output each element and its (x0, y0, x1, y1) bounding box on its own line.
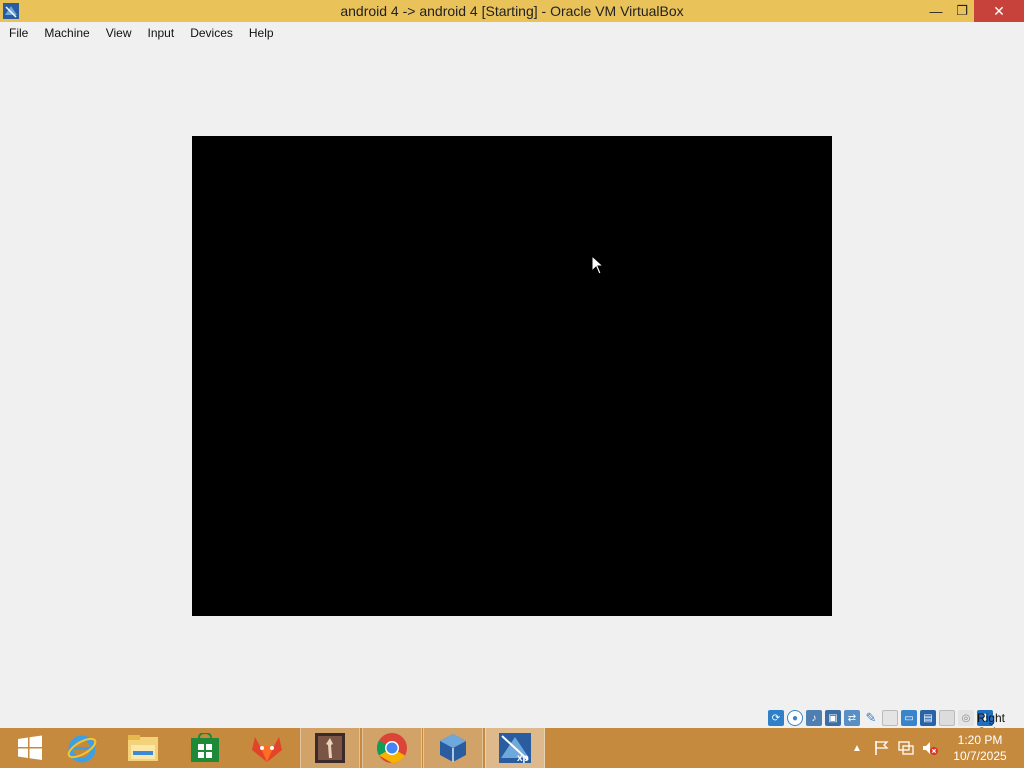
media-app-icon (315, 733, 345, 763)
menu-file[interactable]: File (0, 22, 36, 44)
taskbar-virtualbox-vm[interactable]: xp (485, 728, 545, 768)
optical-drive-icon[interactable]: ● (787, 710, 803, 726)
virtualbox-manager-icon (440, 734, 466, 762)
shared-folders-icon[interactable]: ✎ (863, 710, 879, 726)
recording-icon[interactable]: ◎ (958, 710, 974, 726)
taskbar-media-app[interactable] (300, 728, 360, 768)
taskbar-virtualbox-manager[interactable] (423, 728, 483, 768)
show-hidden-icons-icon[interactable]: ▲ (850, 743, 864, 754)
menu-view[interactable]: View (98, 22, 140, 44)
chrome-icon (376, 733, 407, 763)
taskbar-store[interactable] (175, 728, 235, 768)
taskbar-internet-explorer[interactable] (52, 728, 112, 768)
usb-icon[interactable]: ⇄ (844, 710, 860, 726)
video-capture-icon[interactable]: ▭ (901, 710, 917, 726)
hard-disk-icon[interactable]: ⟳ (768, 710, 784, 726)
taskbar-chrome[interactable] (362, 728, 422, 768)
start-icon (18, 735, 42, 760)
internet-explorer-icon (67, 735, 97, 763)
file-explorer-icon (128, 735, 158, 761)
vm-status-bar: ⟳ ● ♪ ▣ ⇄ ✎ ▭ ▤ ◎ ⬇ Right Ctrl (0, 708, 1024, 739)
clock-date: 10/7/2025 (953, 749, 1007, 763)
start-button[interactable] (0, 728, 60, 768)
vm-display[interactable] (192, 136, 832, 616)
store-icon (191, 733, 219, 762)
mouse-integration-icon[interactable]: ▤ (920, 710, 936, 726)
volume-muted-icon[interactable] (921, 739, 939, 757)
display-icon[interactable] (882, 710, 898, 726)
minimize-button[interactable]: — (922, 0, 950, 22)
taskbar: xp ▲ 1:20 PM 10/7/2025 (0, 728, 1024, 768)
window-title: android 4 -> android 4 [Starting] - Orac… (340, 3, 684, 19)
window-titlebar[interactable]: android 4 -> android 4 [Starting] - Orac… (0, 0, 1024, 22)
virtualbox-vm-icon: xp (499, 733, 531, 764)
taskbar-gitlab[interactable] (237, 728, 297, 768)
action-center-flag-icon[interactable] (873, 739, 891, 757)
audio-icon[interactable]: ♪ (806, 710, 822, 726)
network-tray-icon[interactable] (897, 739, 915, 757)
cpu-icon[interactable] (939, 710, 955, 726)
restore-button[interactable]: ❐ (950, 0, 974, 22)
system-tray: ▲ (850, 728, 939, 768)
gitlab-icon (252, 737, 282, 762)
clock-time: 1:20 PM (957, 733, 1003, 747)
menu-help[interactable]: Help (241, 22, 282, 44)
menu-machine[interactable]: Machine (36, 22, 97, 44)
taskbar-clock[interactable]: 1:20 PM 10/7/2025 (944, 732, 1016, 764)
network-icon[interactable]: ▣ (825, 710, 841, 726)
svg-text:xp: xp (517, 753, 529, 764)
menu-bar: File Machine View Input Devices Help (0, 22, 1024, 44)
taskbar-file-explorer[interactable] (113, 728, 173, 768)
mouse-cursor-icon (591, 255, 605, 275)
menu-devices[interactable]: Devices (182, 22, 241, 44)
close-button[interactable]: ✕ (974, 0, 1024, 22)
menu-input[interactable]: Input (140, 22, 183, 44)
